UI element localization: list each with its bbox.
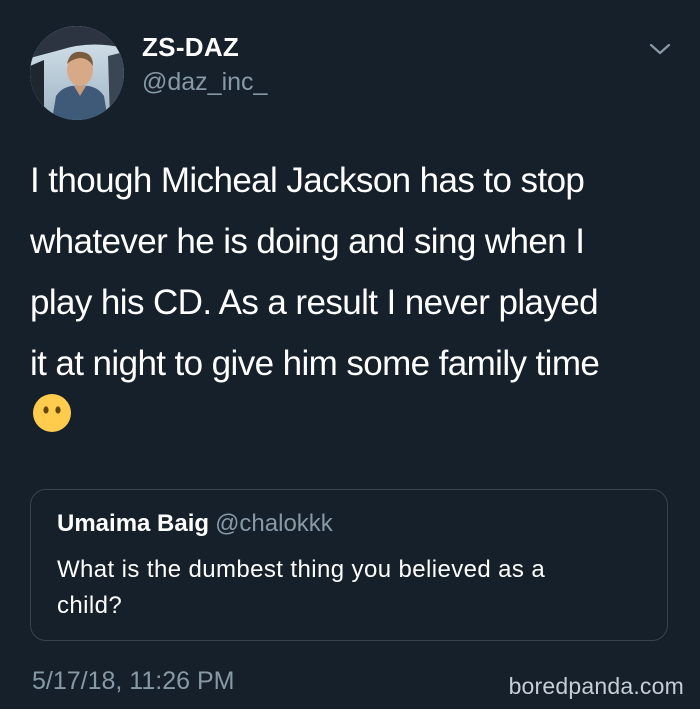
tweet-text-line: I though Micheal Jackson has to stop [30,161,585,200]
chevron-down-icon[interactable] [648,40,672,58]
author-display-name[interactable]: ZS-DAZ [142,32,239,63]
quoted-author-name: Umaima Baig [57,510,210,537]
quoted-author-handle: @chalokkk [215,510,333,537]
face-without-mouth-emoji-icon [33,394,71,432]
quoted-text-line: child? [57,592,123,619]
quoted-text-line: What is the dumbest thing you believed a… [57,556,546,583]
quoted-tweet-body: What is the dumbest thing you believed a… [57,552,657,624]
tweet-timestamp[interactable]: 5/17/18, 11:26 PM [32,667,234,696]
tweet-text-line: whatever he is doing and sing when I [30,222,585,261]
quoted-tweet[interactable]: Umaima Baig @chalokkk What is the dumbest… [30,489,668,641]
quoted-tweet-header: Umaima Baig @chalokkk [57,510,333,538]
watermark: boredpanda.com [508,673,684,699]
tweet-card: ZS-DAZ @daz_inc_ I though Micheal Jackso… [0,0,700,709]
tweet-text-line: it at night to give him some family time [30,344,600,383]
author-handle[interactable]: @daz_inc_ [142,68,267,97]
avatar-photo [30,26,124,120]
tweet-text-line: play his CD. As a result I never played [30,283,599,322]
author-avatar[interactable] [30,26,124,120]
tweet-body: I though Micheal Jackson has to stop wha… [30,150,680,394]
